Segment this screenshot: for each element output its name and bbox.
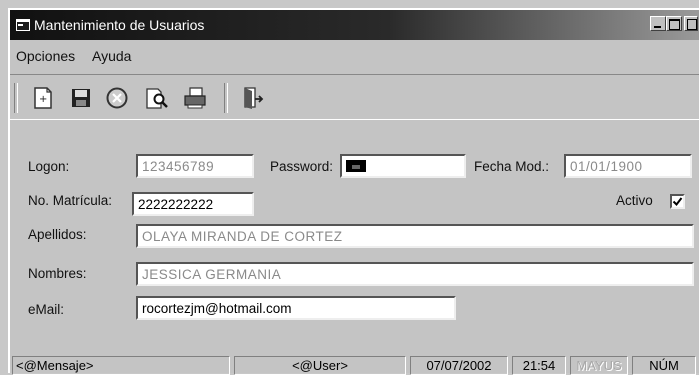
apellidos-label: Apellidos: (28, 227, 87, 242)
search-icon[interactable] (144, 85, 170, 111)
app-window-icon (16, 19, 30, 31)
maximize-button[interactable] (666, 16, 682, 31)
menu-opciones[interactable]: Opciones (16, 48, 75, 64)
exit-icon[interactable] (240, 85, 266, 111)
logon-field[interactable]: 123456789 (136, 154, 254, 178)
minimize-button[interactable] (650, 16, 666, 31)
apellidos-field[interactable]: OLAYA MIRANDA DE CORTEZ (136, 224, 694, 248)
status-time: 21:54 (512, 356, 566, 375)
cancel-icon[interactable] (104, 85, 130, 111)
email-field[interactable]: rocortezjm@hotmail.com (136, 296, 456, 320)
fecha-mod-field[interactable]: 01/01/1900 (564, 154, 692, 178)
title-bar[interactable]: Mantenimiento de Usuarios (10, 10, 699, 40)
password-field[interactable] (340, 154, 466, 178)
new-icon[interactable]: + (30, 85, 56, 111)
activo-label: Activo (616, 193, 653, 208)
menu-bar: Opciones Ayuda (10, 42, 699, 68)
email-label: eMail: (28, 302, 65, 317)
password-label: Password: (270, 159, 334, 174)
matricula-label: No. Matrícula: (28, 193, 113, 208)
toolbar-grip (14, 83, 18, 113)
nombres-field[interactable]: JESSICA GERMANIA (136, 262, 694, 286)
password-mask (346, 160, 366, 172)
user-maintenance-window: Mantenimiento de Usuarios Opciones Ayuda… (8, 8, 699, 375)
fecha-mod-label: Fecha Mod.: (474, 159, 550, 174)
window-title: Mantenimiento de Usuarios (34, 17, 205, 33)
close-button[interactable] (684, 16, 698, 31)
close-icon (687, 19, 697, 30)
status-message: <@Mensaje> (12, 356, 230, 375)
status-num-lock: NÚM (632, 356, 696, 375)
user-form: Logon: 123456789 Password: Fecha Mod.: 0… (14, 126, 696, 344)
status-date: 07/07/2002 (410, 356, 508, 375)
print-icon[interactable] (182, 85, 208, 111)
minimize-icon (654, 26, 661, 28)
logon-label: Logon: (28, 159, 70, 174)
status-caps-lock: MAYUS (570, 356, 628, 375)
activo-checkbox[interactable] (670, 194, 685, 209)
maximize-icon (669, 19, 680, 30)
matricula-field[interactable]: 2222222222 (132, 192, 254, 216)
status-bar: <@Mensaje> <@User> 07/07/2002 21:54 MAYU… (10, 354, 699, 375)
checkmark-icon (672, 197, 683, 207)
svg-text:+: + (39, 94, 47, 105)
toolbar-separator (224, 83, 228, 113)
toolbar: + (10, 74, 699, 120)
status-user: <@User> (234, 356, 406, 375)
menu-ayuda[interactable]: Ayuda (92, 48, 131, 64)
nombres-label: Nombres: (28, 266, 87, 281)
save-icon[interactable] (68, 85, 94, 111)
